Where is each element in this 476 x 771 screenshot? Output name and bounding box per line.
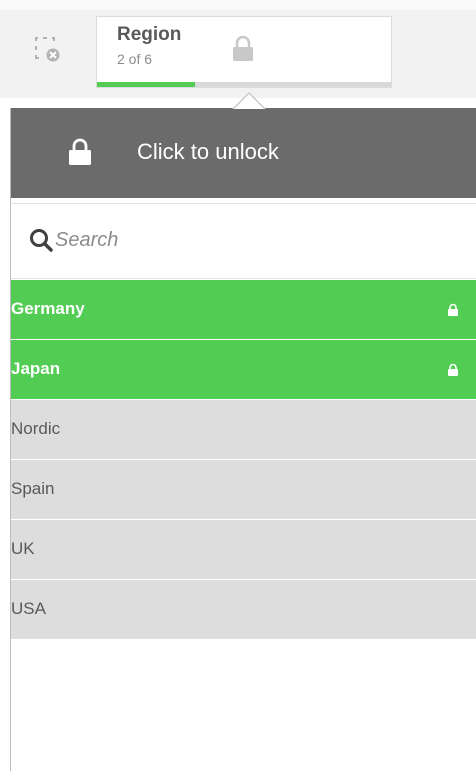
selection-count: 2 of 6 [117, 51, 153, 67]
list-item-uk[interactable]: UK [11, 520, 476, 580]
lock-icon [231, 35, 255, 68]
selection-progress-fill [97, 82, 195, 87]
field-selection-popover: Click to unlock Germany [10, 108, 476, 771]
search-icon [29, 228, 53, 259]
list-item-label: Germany [11, 299, 85, 318]
list-item-label: Nordic [11, 419, 61, 438]
list-item-spain[interactable]: Spain [11, 460, 476, 520]
list-item-label: Japan [11, 359, 61, 378]
lock-icon [67, 137, 93, 172]
list-item-nordic[interactable]: Nordic [11, 400, 476, 460]
unlock-button[interactable]: Click to unlock [11, 108, 476, 198]
field-name: Region [117, 24, 182, 45]
lock-icon [447, 363, 459, 382]
unlock-label: Click to unlock [137, 139, 279, 164]
region-field-chip[interactable]: Region 2 of 6 [96, 16, 392, 88]
search-bar[interactable] [11, 203, 476, 279]
value-list: Germany Japan Nordic Spain UK USA [11, 280, 476, 640]
list-item-usa[interactable]: USA [11, 580, 476, 640]
list-item-label: UK [11, 539, 35, 558]
list-item-japan[interactable]: Japan [11, 340, 476, 400]
popover-caret-inner [234, 94, 264, 109]
list-item-label: USA [11, 599, 46, 618]
clear-selections-button[interactable] [14, 18, 82, 78]
search-input[interactable] [55, 222, 455, 258]
selections-bar: Region 2 of 6 [0, 0, 476, 98]
lock-icon [447, 303, 459, 322]
selections-bar-edge [0, 0, 476, 10]
selection-progress-bar [97, 82, 391, 87]
list-item-label: Spain [11, 479, 55, 498]
app-root: Region 2 of 6 Click to unlock Search Ger… [0, 0, 476, 771]
list-item-germany[interactable]: Germany [11, 280, 476, 340]
clear-selections-icon [35, 37, 60, 62]
